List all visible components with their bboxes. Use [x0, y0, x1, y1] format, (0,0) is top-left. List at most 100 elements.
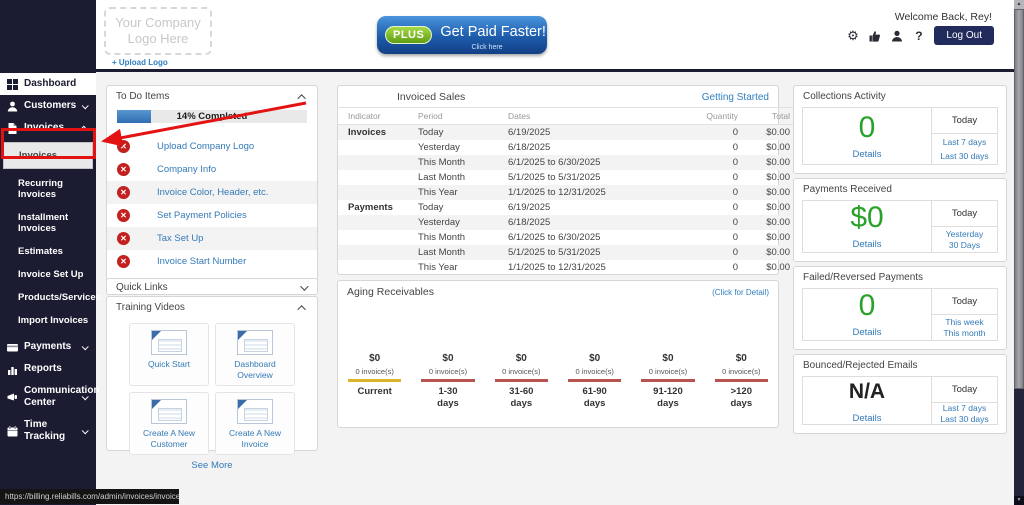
details-link[interactable]: Details: [852, 413, 881, 424]
sidebar-item-label: Invoices: [24, 122, 64, 134]
sidebar-subitem-import-invoices[interactable]: Import Invoices: [0, 309, 96, 332]
cell-total: $0.00: [738, 215, 800, 230]
bucket-label2: days: [657, 398, 679, 409]
cell-dates: 1/1/2025 to 12/31/2025: [508, 185, 688, 200]
table-row: Payments Today 6/19/2025 0 $0.00: [338, 200, 800, 215]
tab-link[interactable]: Last 7 days: [943, 137, 986, 147]
cell-total: $0.00: [738, 185, 800, 200]
incomplete-x-icon: ✕: [117, 255, 130, 268]
todo-item-link[interactable]: Tax Set Up: [157, 233, 203, 244]
sidebar-item-label: Customers: [24, 100, 76, 112]
stat-title: Collections Activity: [803, 91, 886, 102]
cell-quantity: 0: [688, 155, 738, 170]
sidebar-subitem-label: Installment Invoices: [18, 212, 68, 234]
get-paid-faster-banner[interactable]: PLUS Get Paid Faster! Click here: [377, 16, 547, 54]
cell-period: Yesterday: [418, 215, 508, 230]
column-header: Indicator: [338, 108, 418, 125]
sidebar-subitem-invoices[interactable]: Invoices: [3, 142, 93, 169]
sidebar-subitem-installment-invoices[interactable]: Installment Invoices: [0, 206, 96, 240]
table-row: This Year 1/1/2025 to 12/31/2025 0 $0.00: [338, 185, 800, 200]
collapse-chevron-up-icon[interactable]: [297, 305, 305, 313]
sidebar-subitem-invoice-set-up[interactable]: Invoice Set Up: [0, 263, 96, 286]
todo-item-link[interactable]: Upload Company Logo: [157, 141, 254, 152]
banner-click-here[interactable]: Click here: [435, 44, 539, 51]
todo-item-link[interactable]: Invoice Start Number: [157, 256, 246, 267]
collapse-chevron-down-icon[interactable]: [300, 282, 308, 290]
todo-list: ✕ Upload Company Logo ✕ Company Info ✕ I…: [107, 135, 317, 273]
details-link[interactable]: Details: [852, 239, 881, 250]
cell-period: Yesterday: [418, 140, 508, 155]
todo-item-link[interactable]: Invoice Color, Header, etc.: [157, 187, 268, 198]
details-link[interactable]: Details: [852, 327, 881, 338]
bucket-amount: $0: [411, 353, 484, 364]
sidebar-subitem-label: Estimates: [18, 246, 63, 257]
tab-link[interactable]: This week: [945, 317, 983, 327]
cell-total: $0.00: [738, 170, 800, 185]
dashboard-grid-icon: [7, 79, 18, 90]
help-icon[interactable]: ?: [912, 29, 925, 42]
collapse-chevron-up-icon[interactable]: [297, 94, 305, 102]
vertical-scrollbar[interactable]: ▲ ▼: [1014, 0, 1024, 505]
video-card-create-customer[interactable]: Create A New Customer: [129, 392, 209, 455]
sidebar-item-label: Payments: [24, 341, 71, 353]
scroll-down-arrow-icon[interactable]: ▼: [1014, 496, 1024, 505]
see-more-link[interactable]: See More: [107, 460, 317, 471]
sidebar-subitem-products-services[interactable]: Products/Services: [0, 286, 96, 309]
quick-links-title: Quick Links: [116, 282, 168, 293]
cell-indicator: [338, 215, 418, 230]
bucket-label: 61-90: [582, 386, 606, 397]
bucket-amount: $0: [705, 353, 778, 364]
details-link[interactable]: Details: [852, 149, 881, 160]
todo-item-link[interactable]: Company Info: [157, 164, 216, 175]
sidebar-item-dashboard[interactable]: Dashboard: [0, 73, 96, 95]
stat-title: Bounced/Rejected Emails: [803, 360, 918, 371]
incomplete-x-icon: ✕: [117, 186, 130, 199]
todo-item: ✕ Invoice Start Number: [107, 250, 317, 273]
tab-today[interactable]: Today: [932, 108, 997, 134]
tab-link[interactable]: Last 30 days: [940, 151, 988, 161]
logo-placeholder-line1: Your Company: [115, 15, 201, 31]
sidebar-subitem-label: Products/Services: [18, 292, 101, 303]
tab-today[interactable]: Today: [932, 377, 997, 403]
sidebar-subitem-estimates[interactable]: Estimates: [0, 240, 96, 263]
scrollbar-thumb[interactable]: [1014, 9, 1024, 389]
gear-icon[interactable]: ⚙: [846, 29, 859, 42]
megaphone-icon: [7, 392, 18, 403]
cell-quantity: 0: [688, 260, 738, 275]
tab-link[interactable]: This month: [943, 328, 985, 338]
tab-link[interactable]: Yesterday: [946, 229, 984, 239]
scroll-up-arrow-icon[interactable]: ▲: [1014, 0, 1024, 9]
tab-link[interactable]: Last 7 days: [943, 403, 986, 413]
logout-button[interactable]: Log Out: [934, 26, 994, 45]
sidebar-subitem-recurring-invoices[interactable]: Recurring Invoices: [0, 172, 96, 206]
tab-link[interactable]: 30 Days: [949, 240, 980, 250]
video-card-create-invoice[interactable]: Create A New Invoice: [215, 392, 295, 455]
todo-item-link[interactable]: Set Payment Policies: [157, 210, 247, 221]
thumbs-up-icon[interactable]: [868, 29, 881, 42]
tab-today[interactable]: Today: [932, 289, 997, 315]
sidebar-item-payments[interactable]: Payments: [0, 336, 96, 358]
table-row: This Month 6/1/2025 to 6/30/2025 0 $0.00: [338, 230, 800, 245]
bucket-count: 0 invoice(s): [411, 367, 484, 376]
upload-logo-link[interactable]: + Upload Logo: [112, 58, 168, 67]
sidebar-item-customers[interactable]: Customers: [0, 95, 96, 117]
tab-today[interactable]: Today: [932, 201, 997, 227]
aging-title: Aging Receivables: [347, 286, 434, 298]
video-card-dashboard-overview[interactable]: Dashboard Overview: [215, 323, 295, 386]
sidebar-item-reports[interactable]: Reports: [0, 358, 96, 380]
tab-link[interactable]: Last 30 days: [940, 414, 988, 424]
video-card-quick-start[interactable]: Quick Start: [129, 323, 209, 386]
sidebar-item-communication-center[interactable]: Communication Center: [0, 380, 96, 414]
cell-period: Last Month: [418, 170, 508, 185]
video-label: Create A New Invoice: [219, 428, 291, 450]
sidebar-item-time-tracking[interactable]: Time Tracking: [0, 414, 96, 448]
user-icon[interactable]: [890, 29, 903, 42]
training-videos-panel: Training Videos Quick Start Dashboard Ov…: [106, 296, 318, 451]
sidebar-item-invoices[interactable]: Invoices: [0, 117, 96, 139]
cell-dates: 5/1/2025 to 5/31/2025: [508, 170, 688, 185]
click-for-detail-link[interactable]: (Click for Detail): [712, 288, 769, 297]
column-header: Quantity: [688, 108, 738, 125]
cell-dates: 6/1/2025 to 6/30/2025: [508, 230, 688, 245]
bucket-amount: $0: [631, 353, 704, 364]
getting-started-link[interactable]: Getting Started: [702, 92, 769, 103]
